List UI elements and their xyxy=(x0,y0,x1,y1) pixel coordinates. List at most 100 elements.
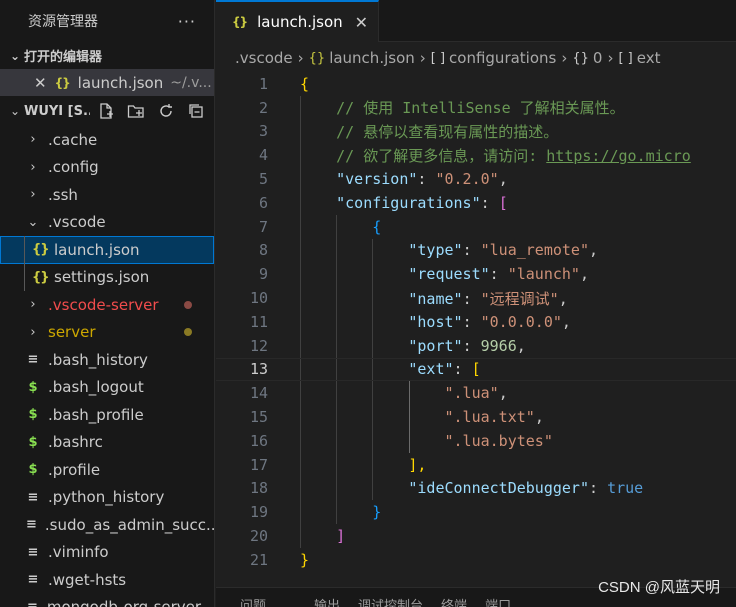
text-file-icon: ≡ xyxy=(27,572,39,588)
array-icon: [ ] xyxy=(618,50,633,66)
panel-tab-output[interactable]: 输出 xyxy=(314,595,340,607)
tree-item[interactable]: $ .bash_logout xyxy=(0,374,214,402)
open-editor-item[interactable]: ✕ {} launch.json ~/.v... xyxy=(0,69,214,96)
refresh-icon[interactable] xyxy=(156,101,176,121)
tab-launch-json[interactable]: {} launch.json ✕ xyxy=(216,0,380,42)
chevron-down-icon: ⌄ xyxy=(9,48,21,63)
code-line: 4 // 欲了解更多信息，请访问: https://go.micro xyxy=(216,143,736,168)
json-key: "ideConnectDebugger" xyxy=(408,479,589,498)
brace: { xyxy=(300,74,310,93)
text-file-icon: ≡ xyxy=(26,517,37,533)
line-number: 1 xyxy=(258,74,268,93)
json-key: "type" xyxy=(408,241,463,260)
new-file-icon[interactable] xyxy=(96,101,116,121)
breadcrumb-item-configurations[interactable]: configurations xyxy=(449,49,556,67)
line-number: 7 xyxy=(258,217,268,236)
panel-tab-terminal[interactable]: 终端 xyxy=(441,595,467,607)
more-actions-icon[interactable]: ··· xyxy=(178,12,196,31)
tree-item[interactable]: › .ssh xyxy=(0,181,214,209)
tree-item-label: settings.json xyxy=(54,268,150,287)
tree-item[interactable]: ≡ .sudo_as_admin_succ... xyxy=(0,511,214,539)
tree-item-label: .cache xyxy=(48,130,98,149)
tree-item-label: .wget-hsts xyxy=(48,570,127,589)
punctuation: : xyxy=(462,336,481,355)
line-number: 6 xyxy=(258,193,268,212)
code-editor[interactable]: 1{2 // 使用 IntelliSense 了解相关属性。 3 // 悬停以查看… xyxy=(216,72,736,572)
line-number: 21 xyxy=(249,550,268,569)
code-line-content: "ext": [ xyxy=(300,360,480,379)
line-number: 20 xyxy=(249,527,268,546)
close-icon[interactable]: ✕ xyxy=(34,74,47,92)
punctuation: : xyxy=(417,170,436,189)
tree-item[interactable]: $ .profile xyxy=(0,456,214,484)
tree-item[interactable]: {} settings.json xyxy=(0,263,214,291)
tree-item[interactable]: › server xyxy=(0,319,214,347)
tree-item[interactable]: $ .bash_profile xyxy=(0,401,214,429)
code-line-content: ".lua", xyxy=(300,384,508,402)
brace: { xyxy=(372,217,382,236)
object-icon: {} xyxy=(572,50,589,66)
workspace-section[interactable]: ⌄ WUYI [S... xyxy=(0,96,214,126)
tree-item[interactable]: › .cache xyxy=(0,126,214,154)
bracket: [ xyxy=(498,193,508,212)
new-folder-icon[interactable] xyxy=(126,101,146,121)
text-file-icon: ≡ xyxy=(27,489,39,505)
tree-item[interactable]: › .vscode-server xyxy=(0,291,214,319)
tree-item-label: server xyxy=(48,323,96,342)
line-number: 5 xyxy=(258,170,268,189)
panel-tab-problems[interactable]: 问题40 xyxy=(240,595,296,607)
panel-tab-ports[interactable]: 端口5 xyxy=(485,595,534,607)
tree-item-label: .profile xyxy=(48,460,101,479)
tree-item[interactable]: ⌄ .vscode xyxy=(0,209,214,237)
json-string: "launch" xyxy=(507,265,580,284)
json-string: ".lua.bytes" xyxy=(444,431,553,450)
open-editors-section[interactable]: ⌄ 打开的编辑器 xyxy=(0,42,214,69)
bracket: ] xyxy=(336,527,346,546)
breadcrumb-item-index[interactable]: 0 xyxy=(593,49,603,67)
shell-file-icon: $ xyxy=(28,434,38,450)
punctuation: : xyxy=(480,193,499,212)
punctuation: : xyxy=(453,360,472,379)
tree-item[interactable]: › .config xyxy=(0,154,214,182)
shell-file-icon: $ xyxy=(28,379,38,395)
code-line: 15 ".lua.txt", xyxy=(216,405,736,429)
tree-item-label: .vscode xyxy=(48,213,106,232)
indent-guide xyxy=(24,263,25,291)
tree-item-label: .python_history xyxy=(48,488,165,507)
explorer-title: 资源管理器 xyxy=(28,14,98,30)
code-line-content: { xyxy=(300,218,381,236)
tree-item[interactable]: ≡ .python_history xyxy=(0,484,214,512)
line-number: 15 xyxy=(249,408,268,427)
punctuation: , xyxy=(498,384,508,403)
collapse-all-icon[interactable] xyxy=(186,101,206,121)
code-line: 11 "host": "0.0.0.0", xyxy=(216,309,736,334)
json-file-icon: {} xyxy=(32,242,50,258)
json-key: "ext" xyxy=(408,360,454,379)
tree-item-label: launch.json xyxy=(54,240,140,259)
tree-item[interactable]: ≡ .wget-hsts xyxy=(0,566,214,594)
git-status-dot xyxy=(184,300,192,309)
code-line: 3 // 悬停以查看现有属性的描述。 xyxy=(216,119,736,144)
breadcrumb-item-folder[interactable]: .vscode xyxy=(235,49,293,67)
code-line: 8 "type": "lua_remote", xyxy=(216,238,736,263)
json-file-icon: {} xyxy=(232,15,248,29)
breadcrumb-item-ext[interactable]: ext xyxy=(637,49,661,67)
punctuation: , xyxy=(561,312,571,331)
close-tab-icon[interactable]: ✕ xyxy=(355,13,368,32)
punctuation: : xyxy=(462,312,481,331)
tree-item[interactable]: ≡ .viminfo xyxy=(0,539,214,567)
tree-item[interactable]: ≡ .bash_history xyxy=(0,346,214,374)
code-line: 16 ".lua.bytes" xyxy=(216,428,736,453)
chevron-right-icon: › xyxy=(30,324,36,340)
json-file-icon: {} xyxy=(32,269,50,285)
bracket: ], xyxy=(408,455,427,474)
breadcrumb-item-file[interactable]: launch.json xyxy=(329,49,415,67)
tree-item[interactable]: $ .bashrc xyxy=(0,429,214,457)
breadcrumb: .vscode › {} launch.json › [ ] configura… xyxy=(216,42,736,74)
code-line: 1{ xyxy=(216,72,736,96)
code-line: 20 ] xyxy=(216,524,736,548)
comment: // 悬停以查看现有属性的描述。 xyxy=(336,122,559,141)
panel-tab-debug-console[interactable]: 调试控制台 xyxy=(358,595,423,607)
tree-item[interactable]: {} launch.json xyxy=(0,236,214,264)
tree-item[interactable]: ≡ mongodb-org-server... xyxy=(0,594,214,607)
